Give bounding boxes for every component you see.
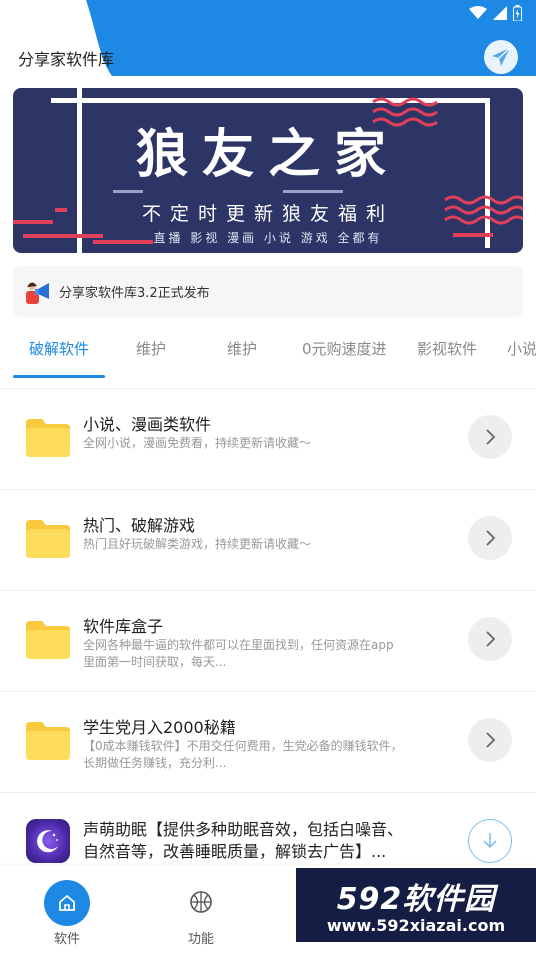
folder-icon <box>26 419 70 457</box>
open-button[interactable] <box>468 718 512 762</box>
nav-item-features[interactable]: 功能 <box>156 866 246 954</box>
tab-zero-yuan[interactable]: 0元购速度进 <box>302 338 387 359</box>
item-title: 热门、破解游戏 <box>83 516 196 535</box>
list-item[interactable]: 小说、漫画类软件 全网小说，漫画免费看，持续更新请收藏～ <box>0 389 536 490</box>
category-tabs: 破解软件 维护 维护 0元购速度进 影视软件 小说 <box>0 328 536 378</box>
folder-icon <box>26 621 70 659</box>
download-button[interactable] <box>468 819 512 863</box>
open-button[interactable] <box>468 617 512 661</box>
status-bar <box>469 5 522 21</box>
item-title: 软件库盒子 <box>83 617 164 636</box>
item-description: 热门且好玩破解类游戏，持续更新请收藏～ <box>83 537 312 551</box>
wifi-icon <box>469 6 487 19</box>
open-button[interactable] <box>468 415 512 459</box>
list-item[interactable]: 学生党月入2000秘籍 【0成本赚钱软件】不用交任何费用，生党必备的赚钱软件，长… <box>0 692 536 793</box>
item-description: 全网各种最牛逼的软件都可以在里面找到，任何资源在app里面第一时间获取，每天..… <box>83 638 394 669</box>
chevron-right-icon <box>486 429 496 445</box>
item-title: 小说、漫画类软件 <box>83 415 212 434</box>
notice-text: 分享家软件库3.2正式发布 <box>59 286 210 301</box>
tab-maintenance-2[interactable]: 维护 <box>227 338 257 359</box>
battery-icon <box>513 5 522 21</box>
paper-plane-icon <box>492 47 511 66</box>
banner-title: 狼友之家 <box>135 124 400 185</box>
page-title: 分享家软件库 <box>18 50 115 69</box>
send-button[interactable] <box>484 40 518 74</box>
signal-icon <box>493 6 507 20</box>
home-button[interactable] <box>44 880 90 926</box>
folder-icon <box>26 520 70 558</box>
banner-subtitle: 不定时更新狼友福利 <box>141 203 394 225</box>
list-item[interactable]: 软件库盒子 全网各种最牛逼的软件都可以在里面找到，任何资源在app里面第一时间获… <box>0 591 536 692</box>
tab-novel[interactable]: 小说 <box>507 338 536 359</box>
folder-icon <box>26 722 70 760</box>
tab-maintenance-1[interactable]: 维护 <box>136 338 166 359</box>
watermark: 592软件园 www.592xiazai.com <box>296 868 536 942</box>
open-button[interactable] <box>468 516 512 560</box>
app-screen: 分享家软件库 狼友之家 不定时更新狼友福利 直播 影视 漫画 小说 游戏 全都有… <box>0 0 536 954</box>
category-list: 小说、漫画类软件 全网小说，漫画免费看，持续更新请收藏～ 热门、破解游戏 热门且… <box>0 389 536 894</box>
chevron-right-icon <box>486 631 496 647</box>
header: 分享家软件库 <box>0 0 536 76</box>
banner-tagline: 直播 影视 漫画 小说 游戏 全都有 <box>153 231 383 245</box>
watermark-url: www.592xiazai.com <box>326 916 506 935</box>
item-description: 全网小说，漫画免费看，持续更新请收藏～ <box>83 436 312 450</box>
list-item[interactable]: 热门、破解游戏 热门且好玩破解类游戏，持续更新请收藏～ <box>0 490 536 591</box>
moon-icon <box>37 830 58 853</box>
active-tab-indicator <box>13 375 105 378</box>
home-icon <box>59 894 75 911</box>
tab-video-software[interactable]: 影视软件 <box>417 338 477 359</box>
nav-item-software[interactable]: 软件 <box>22 866 112 954</box>
tab-crack-software[interactable]: 破解软件 <box>29 338 89 359</box>
item-title: 学生党月入2000秘籍 <box>83 718 236 737</box>
watermark-logo-text: 592软件园 <box>336 882 496 917</box>
megaphone-icon <box>26 281 49 304</box>
download-icon <box>483 833 497 849</box>
item-title: 声萌助眠【提供多种助眠音效，包括白噪音、自然音等，改善睡眠质量，解锁去广告】..… <box>83 820 404 861</box>
promo-banner[interactable]: 狼友之家 不定时更新狼友福利 直播 影视 漫画 小说 游戏 全都有 <box>13 88 523 253</box>
notice-bar[interactable]: 分享家软件库3.2正式发布 <box>13 266 523 317</box>
chevron-right-icon <box>486 732 496 748</box>
chevron-right-icon <box>486 530 496 546</box>
nav-label: 软件 <box>53 932 80 947</box>
moon-app-icon <box>26 819 70 863</box>
item-description: 【0成本赚钱软件】不用交任何费用，生党必备的赚钱软件，长期做任务赚钱，充分利..… <box>83 739 403 770</box>
basketball-icon <box>190 891 212 913</box>
nav-label: 功能 <box>187 932 214 947</box>
